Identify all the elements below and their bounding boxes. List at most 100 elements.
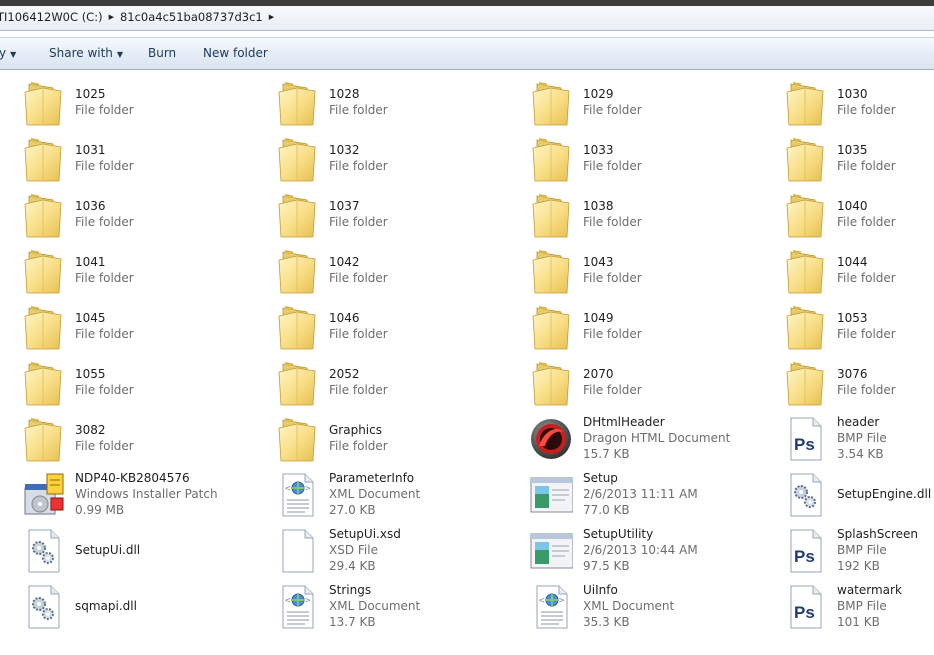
file-size: 101 KB bbox=[837, 615, 880, 629]
file-item[interactable]: 3076 File folder bbox=[783, 358, 934, 414]
file-type: File folder bbox=[837, 215, 896, 229]
file-item[interactable]: 1032 File folder bbox=[275, 134, 525, 190]
library-menu-button[interactable]: y ▼ bbox=[0, 46, 16, 60]
file-name: 1053 bbox=[837, 311, 868, 325]
file-item[interactable]: 1037 File folder bbox=[275, 190, 525, 246]
breadcrumb-folder[interactable]: 81c0a4c51ba08737d3c1 bbox=[114, 10, 269, 24]
file-item[interactable]: SetupEngine.dll bbox=[783, 470, 934, 526]
new-folder-button[interactable]: New folder bbox=[203, 46, 268, 60]
file-item[interactable]: 1025 File folder bbox=[21, 78, 271, 134]
blank-file-icon bbox=[275, 526, 319, 576]
file-item[interactable]: 1040 File folder bbox=[783, 190, 934, 246]
file-name: 3076 bbox=[837, 367, 868, 381]
file-type: File folder bbox=[583, 383, 642, 397]
file-type: File folder bbox=[329, 439, 388, 453]
file-item[interactable]: 1033 File folder bbox=[529, 134, 779, 190]
file-name: 1040 bbox=[837, 199, 868, 213]
file-item[interactable]: SetupUi.xsd XSD File 29.4 KB bbox=[275, 526, 525, 582]
file-name: 1055 bbox=[75, 367, 106, 381]
file-type: File folder bbox=[329, 103, 388, 117]
file-item[interactable]: SetupUtility 2/6/2013 10:44 AM 97.5 KB bbox=[529, 526, 779, 582]
file-item[interactable]: < > ParameterInfo XML Document 27.0 KB bbox=[275, 470, 525, 526]
application-icon bbox=[529, 470, 574, 520]
file-item[interactable]: 1045 File folder bbox=[21, 302, 271, 358]
file-item[interactable]: SetupUi.dll bbox=[21, 526, 271, 582]
svg-text:>: > bbox=[305, 484, 311, 494]
file-item[interactable]: 1030 File folder bbox=[783, 78, 934, 134]
burn-button[interactable]: Burn bbox=[148, 46, 176, 60]
file-type: Dragon HTML Document bbox=[583, 431, 731, 445]
folder-icon bbox=[275, 246, 319, 296]
breadcrumb-drive[interactable]: TI106412W0C (C:) bbox=[0, 10, 109, 24]
file-name: SetupUi.xsd bbox=[329, 527, 401, 541]
folder-icon bbox=[275, 134, 319, 184]
file-type: File folder bbox=[329, 159, 388, 173]
file-size: 3.54 KB bbox=[837, 447, 884, 461]
folder-icon bbox=[783, 78, 827, 128]
file-item[interactable]: 1042 File folder bbox=[275, 246, 525, 302]
library-menu-label: y bbox=[0, 46, 7, 60]
file-list: 1025 File folder 1028 File folder 1029 File f… bbox=[0, 70, 934, 655]
file-item[interactable]: 1036 File folder bbox=[21, 190, 271, 246]
file-item[interactable]: 1055 File folder bbox=[21, 358, 271, 414]
folder-icon bbox=[21, 414, 65, 464]
svg-text:Ps: Ps bbox=[794, 435, 815, 454]
chevron-down-icon: ▼ bbox=[116, 50, 124, 59]
file-name: 2052 bbox=[329, 367, 360, 381]
file-type: Windows Installer Patch bbox=[75, 487, 218, 501]
folder-icon bbox=[529, 246, 573, 296]
file-item[interactable]: 1035 File folder bbox=[783, 134, 934, 190]
xml-document-icon: < > bbox=[275, 582, 319, 632]
file-item[interactable]: < > UiInfo XML Document 35.3 KB bbox=[529, 582, 779, 638]
file-name: 1045 bbox=[75, 311, 106, 325]
file-item[interactable]: 1031 File folder bbox=[21, 134, 271, 190]
share-with-button[interactable]: Share with ▼ bbox=[49, 46, 123, 60]
file-item[interactable]: 3082 File folder bbox=[21, 414, 271, 470]
file-item[interactable]: < > Strings XML Document 13.7 KB bbox=[275, 582, 525, 638]
file-type: XML Document bbox=[583, 599, 675, 613]
file-item[interactable]: Ps header BMP File 3.54 KB bbox=[783, 414, 934, 470]
file-item[interactable]: 1046 File folder bbox=[275, 302, 525, 358]
folder-icon bbox=[783, 246, 827, 296]
file-name: 1037 bbox=[329, 199, 360, 213]
file-name: 1032 bbox=[329, 143, 360, 157]
breadcrumb: TI106412W0C (C:) ▶ 81c0a4c51ba08737d3c1 … bbox=[0, 10, 274, 24]
folder-icon bbox=[275, 358, 319, 408]
file-size: 27.0 KB bbox=[329, 503, 376, 517]
address-bar[interactable]: TI106412W0C (C:) ▶ 81c0a4c51ba08737d3c1 … bbox=[0, 6, 934, 31]
file-type: File folder bbox=[75, 159, 134, 173]
file-item[interactable]: NDP40-KB2804576 Windows Installer Patch 0.… bbox=[21, 470, 271, 526]
breadcrumb-arrow-icon[interactable]: ▶ bbox=[269, 13, 274, 21]
file-item[interactable]: Ps SplashScreen BMP File 192 KB bbox=[783, 526, 934, 582]
file-item[interactable]: 1053 File folder bbox=[783, 302, 934, 358]
file-item[interactable]: 1038 File folder bbox=[529, 190, 779, 246]
file-type: File folder bbox=[75, 383, 134, 397]
file-item[interactable]: 1049 File folder bbox=[529, 302, 779, 358]
file-item[interactable]: 1044 File folder bbox=[783, 246, 934, 302]
folder-icon bbox=[529, 302, 573, 352]
file-item[interactable]: 1043 File folder bbox=[529, 246, 779, 302]
folder-icon bbox=[21, 358, 65, 408]
dll-gear-icon bbox=[783, 470, 827, 520]
file-item[interactable]: 1029 File folder bbox=[529, 78, 779, 134]
file-type: 2/6/2013 11:11 AM bbox=[583, 487, 698, 501]
file-type: File folder bbox=[583, 271, 642, 285]
file-item[interactable]: sqmapi.dll bbox=[21, 582, 271, 638]
file-item[interactable]: 2052 File folder bbox=[275, 358, 525, 414]
share-with-label: Share with bbox=[49, 46, 113, 60]
file-name: header bbox=[837, 415, 880, 429]
photoshop-file-icon: Ps bbox=[783, 526, 827, 576]
file-item[interactable]: 1028 File folder bbox=[275, 78, 525, 134]
file-size: 29.4 KB bbox=[329, 559, 376, 573]
file-item[interactable]: 1041 File folder bbox=[21, 246, 271, 302]
file-type: 2/6/2013 10:44 AM bbox=[583, 543, 698, 557]
file-item[interactable]: Graphics File folder bbox=[275, 414, 525, 470]
file-name: 1046 bbox=[329, 311, 360, 325]
file-item[interactable]: DHtmlHeader Dragon HTML Document 15.7 KB bbox=[529, 414, 779, 470]
file-type: File folder bbox=[837, 327, 896, 341]
file-item[interactable]: Setup 2/6/2013 11:11 AM 77.0 KB bbox=[529, 470, 779, 526]
file-item[interactable]: 2070 File folder bbox=[529, 358, 779, 414]
file-name: 1038 bbox=[583, 199, 614, 213]
file-item[interactable]: Ps watermark BMP File 101 KB bbox=[783, 582, 934, 638]
svg-text:<: < bbox=[285, 596, 291, 606]
